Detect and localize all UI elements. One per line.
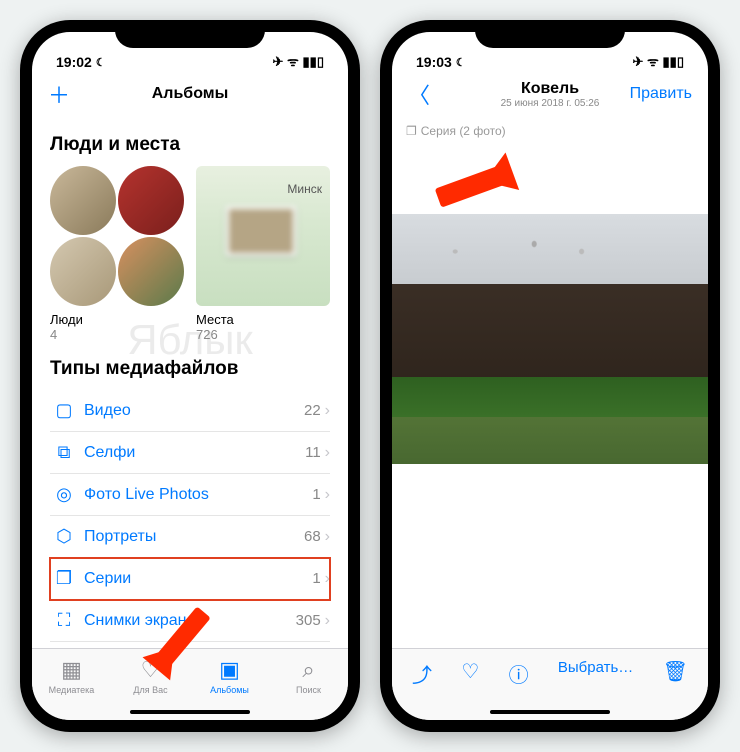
media-type-list: ▢ Видео 22 › ⧉ Селфи 11 › ◎ Фото Live Ph…: [50, 390, 330, 642]
status-bar: 19:02 ☾ ✈ ᯤ ▮▮▯: [32, 32, 348, 72]
video-icon: ▢: [50, 400, 78, 421]
chevron-right-icon: ›: [325, 528, 330, 546]
chevron-right-icon: ›: [325, 570, 330, 588]
burst-badge: ❐ Серия (2 фото): [392, 118, 708, 144]
select-button[interactable]: Выбрать…: [558, 659, 633, 676]
share-button[interactable]: ⤴: [412, 659, 432, 688]
photo-content: [392, 214, 708, 464]
burst-icon: ❐: [406, 124, 417, 138]
photo-viewer[interactable]: [392, 144, 708, 648]
media-live-photos[interactable]: ◎ Фото Live Photos 1 ›: [50, 474, 330, 516]
status-time: 19:02: [56, 54, 92, 70]
tab-library[interactable]: ▦ Медиатека: [32, 649, 111, 702]
avatar: [118, 166, 184, 235]
media-portraits[interactable]: ⬡ Портреты 68 ›: [50, 516, 330, 558]
screen-right: 19:03 ☾ ✈ ᯤ ▮▮▯ 〈 Ковель 25 июня 2018 г.…: [392, 32, 708, 720]
search-icon: ⌕: [302, 657, 314, 683]
avatar: [118, 237, 184, 306]
avatar: [50, 237, 116, 306]
home-indicator[interactable]: [130, 710, 250, 714]
selfie-icon: ⧉: [50, 442, 78, 463]
nav-bar: ＋ Альбомы: [32, 72, 348, 118]
dnd-icon: ☾: [456, 56, 466, 69]
back-button[interactable]: 〈: [408, 78, 448, 110]
add-album-button[interactable]: ＋: [48, 78, 88, 110]
status-icons: ✈ ᯤ ▮▮▯: [633, 52, 684, 70]
status-icons: ✈ ᯤ ▮▮▯: [273, 52, 324, 70]
people-album[interactable]: [50, 166, 184, 306]
tab-albums[interactable]: ▣ Альбомы: [190, 649, 269, 702]
content-scroll[interactable]: Люди и места Минск Люди 4: [32, 118, 348, 648]
burst-icon: ❐: [50, 568, 78, 589]
phone-right: 19:03 ☾ ✈ ᯤ ▮▮▯ 〈 Ковель 25 июня 2018 г.…: [380, 20, 720, 732]
albums-icon: ▣: [219, 657, 240, 683]
edit-button[interactable]: Править: [630, 85, 692, 103]
album-name: Люди: [50, 312, 184, 327]
media-bursts[interactable]: ❐ Серии 1 ›: [50, 558, 330, 600]
album-name: Места: [196, 312, 330, 327]
album-count: 4: [50, 327, 184, 342]
status-time: 19:03: [416, 54, 452, 70]
photo-subtitle: 25 июня 2018 г. 05:26: [501, 98, 600, 109]
favorite-button[interactable]: ♡: [461, 659, 479, 684]
places-album[interactable]: Минск: [196, 166, 330, 306]
chevron-right-icon: ›: [325, 402, 330, 420]
media-videos[interactable]: ▢ Видео 22 ›: [50, 390, 330, 432]
album-count: 726: [196, 327, 330, 342]
screen-left: 19:02 ☾ ✈ ᯤ ▮▮▯ ＋ Альбомы Люди и места М…: [32, 32, 348, 720]
media-selfies[interactable]: ⧉ Селфи 11 ›: [50, 432, 330, 474]
live-photos-icon: ◎: [50, 484, 78, 505]
status-bar: 19:03 ☾ ✈ ᯤ ▮▮▯: [392, 32, 708, 72]
section-people-places: Люди и места: [50, 134, 330, 156]
home-indicator[interactable]: [490, 710, 610, 714]
portrait-icon: ⬡: [50, 526, 78, 547]
info-button[interactable]: ⓘ: [509, 659, 529, 688]
library-icon: ▦: [61, 657, 82, 683]
chevron-right-icon: ›: [325, 444, 330, 462]
map-city-label: Минск: [287, 182, 322, 196]
dnd-icon: ☾: [96, 56, 106, 69]
trash-button[interactable]: 🗑: [663, 659, 688, 684]
map-photo-pin: [226, 206, 296, 256]
avatar: [50, 166, 116, 235]
screenshot-icon: ⛶: [50, 610, 78, 631]
chevron-right-icon: ›: [325, 612, 330, 630]
phone-left: 19:02 ☾ ✈ ᯤ ▮▮▯ ＋ Альбомы Люди и места М…: [20, 20, 360, 732]
chevron-right-icon: ›: [325, 486, 330, 504]
photo-title: Ковель 25 июня 2018 г. 05:26: [501, 80, 600, 109]
section-media-types: Типы медиафайлов: [50, 358, 330, 380]
nav-bar: 〈 Ковель 25 июня 2018 г. 05:26 Править: [392, 72, 708, 118]
page-title: Альбомы: [152, 85, 229, 103]
tab-search[interactable]: ⌕ Поиск: [269, 649, 348, 702]
